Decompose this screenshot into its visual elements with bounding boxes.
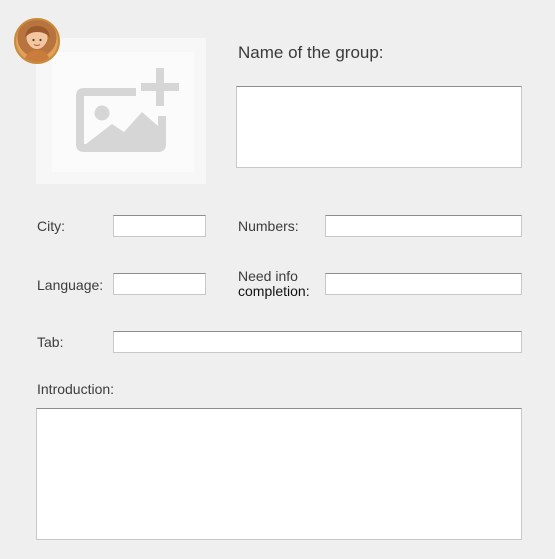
image-placeholder (52, 52, 194, 172)
tab-input[interactable] (113, 331, 522, 353)
group-image-upload[interactable] (36, 38, 206, 184)
need-info-label-line1: Need info (238, 268, 298, 284)
need-info-label-line2: completion: (238, 283, 310, 300)
need-info-label: Need info completion: (238, 268, 310, 300)
language-label: Language: (37, 277, 104, 293)
user-avatar[interactable] (14, 18, 60, 64)
user-avatar-icon (24, 26, 50, 62)
need-info-input[interactable] (325, 273, 522, 295)
introduction-input[interactable] (36, 408, 522, 540)
introduction-label: Introduction: (37, 381, 115, 397)
city-input[interactable] (113, 215, 206, 237)
group-name-label: Name of the group: (238, 43, 384, 62)
city-label: City: (37, 218, 65, 234)
tab-label: Tab: (37, 334, 64, 350)
language-input[interactable] (113, 273, 206, 295)
group-name-input[interactable] (236, 86, 522, 168)
numbers-label: Numbers: (238, 218, 299, 234)
add-image-icon (76, 68, 179, 152)
numbers-input[interactable] (325, 215, 522, 237)
